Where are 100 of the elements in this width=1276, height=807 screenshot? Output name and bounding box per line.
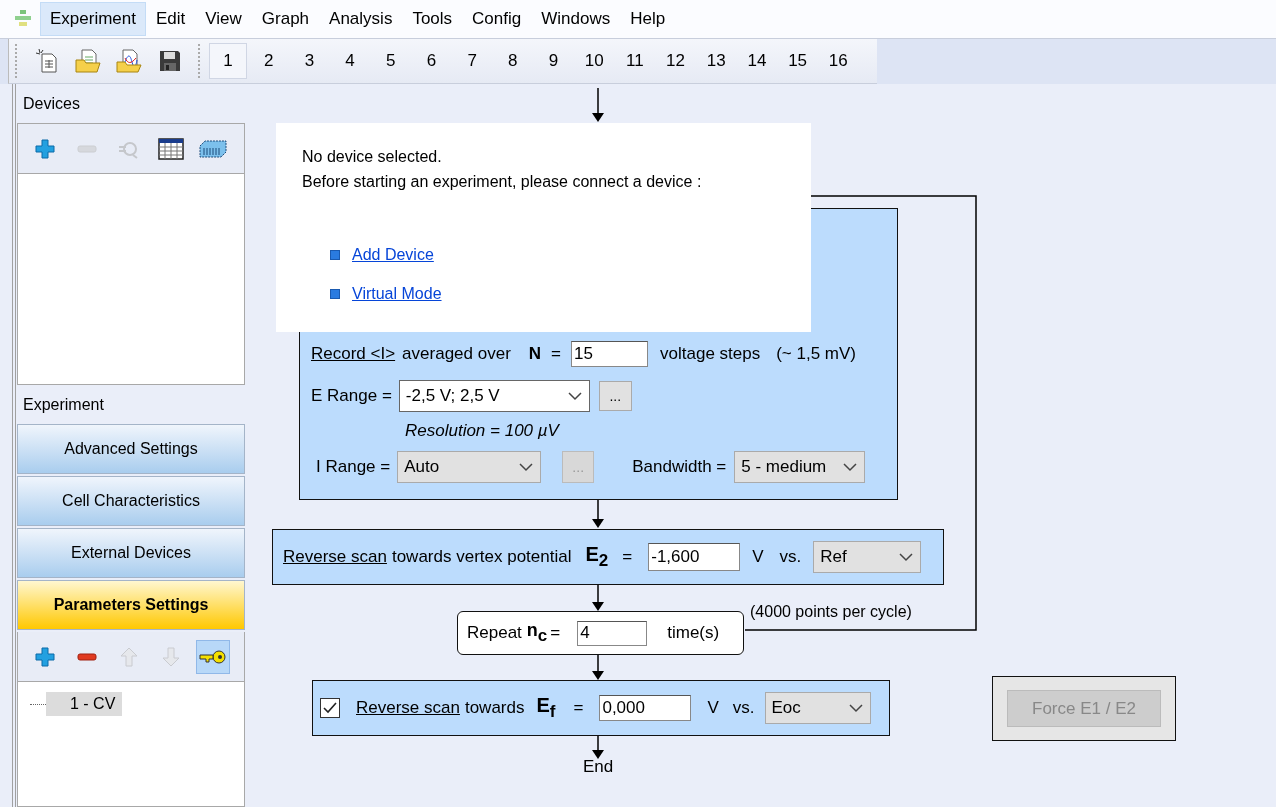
label-text: V <box>752 547 764 567</box>
label-text: vs. <box>779 547 802 567</box>
page-tab[interactable]: 14 <box>737 43 776 79</box>
symbol-text: N <box>528 344 542 364</box>
square-bullet-icon <box>330 288 340 299</box>
page-tab[interactable]: 13 <box>697 43 736 79</box>
label-text: = <box>551 344 561 364</box>
plus-icon <box>35 646 55 667</box>
open-folder-icon <box>73 48 102 74</box>
page-tab[interactable]: 8 <box>493 43 532 79</box>
section-button[interactable]: Advanced Settings <box>17 424 245 474</box>
record-link[interactable]: Record <I> <box>311 344 396 364</box>
square-bullet-icon <box>330 249 340 260</box>
reverse-scan-link[interactable]: Reverse scan <box>356 698 460 718</box>
page-tab[interactable]: 3 <box>290 43 329 79</box>
panel-title: Experiment <box>22 394 105 415</box>
page-tab[interactable]: 1 <box>209 43 247 79</box>
menu-item[interactable]: Tools <box>402 2 463 36</box>
menu-item[interactable]: Analysis <box>319 2 403 36</box>
symbol-text: E$_{2}$ <box>585 543 609 571</box>
page-tab[interactable]: 12 <box>656 43 695 79</box>
symbol-text: E$_{f}$ <box>536 694 556 722</box>
dropdown[interactable]: Eoc <box>764 692 871 724</box>
label-text: Bandwidth = <box>632 457 727 477</box>
plus-icon <box>35 138 55 159</box>
page-tab[interactable]: 2 <box>249 43 288 79</box>
key-button[interactable] <box>196 639 230 674</box>
popup-link[interactable]: Add Device <box>352 245 434 264</box>
page-tab[interactable]: 11 <box>615 43 654 79</box>
resolution-text: Resolution = 100 µV <box>405 421 559 441</box>
chevron-down-icon <box>847 703 864 713</box>
save-icon <box>157 49 182 73</box>
section-button[interactable]: Parameters Settings <box>17 580 245 630</box>
menu-item[interactable]: View <box>195 2 252 36</box>
page-tab[interactable]: 7 <box>453 43 492 79</box>
key-icon <box>199 648 227 665</box>
arrow-down-icon <box>161 646 181 667</box>
label-text: = <box>550 623 561 643</box>
device-icon <box>198 138 228 159</box>
arrow-connector <box>592 87 604 122</box>
input-field[interactable]: 15 <box>571 341 648 367</box>
panel-title: Devices <box>22 93 81 114</box>
menu-item[interactable]: Edit <box>146 2 196 36</box>
input-field[interactable]: 4 <box>577 620 648 646</box>
menu-item[interactable]: Experiment <box>40 2 146 36</box>
checkbox[interactable] <box>320 698 340 718</box>
section-button[interactable]: External Devices <box>17 528 245 578</box>
end-label: End <box>583 757 614 776</box>
page-tab[interactable]: 6 <box>412 43 451 79</box>
label-text: time(s) <box>667 623 720 643</box>
menu-item[interactable]: Windows <box>531 2 621 36</box>
reverse-scan-link[interactable]: Reverse scan <box>283 547 387 567</box>
label-text: averaged over <box>402 344 511 364</box>
label-text: = <box>573 698 584 718</box>
label-text: towards <box>464 698 525 718</box>
table-icon <box>158 137 184 160</box>
dropdown[interactable]: Ref <box>813 541 922 573</box>
check-icon <box>322 700 338 716</box>
message-text: No device selected. <box>302 148 443 166</box>
menu-item[interactable]: Config <box>462 2 532 36</box>
page-tab[interactable]: 5 <box>371 43 410 79</box>
message-text: Before starting an experiment, please connect a device : <box>302 173 703 191</box>
tree-item[interactable]: 1 - CV <box>46 692 123 716</box>
dropdown[interactable]: -2,5 V; 2,5 V <box>398 380 590 412</box>
label-text: E Range = <box>311 386 392 406</box>
menu-item[interactable]: Graph <box>251 2 320 36</box>
app-icon <box>14 9 32 29</box>
page-tab[interactable]: 9 <box>534 43 573 79</box>
chart-folder-icon <box>114 48 143 74</box>
label-text: Repeat <box>467 623 522 643</box>
label-text: voltage steps <box>660 344 761 364</box>
dropdown[interactable]: Auto <box>397 451 542 483</box>
label-text: V <box>707 698 719 718</box>
menu-item[interactable]: Help <box>620 2 676 36</box>
popup-link[interactable]: Virtual Mode <box>352 284 442 303</box>
input-field[interactable]: 0,000 <box>599 695 692 721</box>
chevron-down-icon <box>518 462 535 472</box>
chevron-down-icon <box>898 552 915 562</box>
page-tab[interactable]: 4 <box>331 43 370 79</box>
page-tab[interactable]: 16 <box>819 43 858 79</box>
section-button[interactable]: Cell Characteristics <box>17 476 245 526</box>
arrow-connector <box>592 584 604 611</box>
arrow-connector <box>592 499 604 528</box>
ellipsis-button[interactable]: ... <box>598 381 632 411</box>
chevron-down-icon <box>842 462 859 472</box>
note-text: (4000 points per cycle) <box>750 603 912 620</box>
label-text: I Range = <box>316 457 391 477</box>
dropdown[interactable]: 5 - medium <box>734 451 866 483</box>
label-text: vs. <box>732 698 755 718</box>
input-field[interactable]: -1,600 <box>648 543 741 571</box>
label-text: (~ 1,5 mV) <box>776 344 857 364</box>
new-document-icon <box>34 48 59 74</box>
label-text: towards vertex potential <box>391 547 572 567</box>
arrow-up-icon <box>119 646 139 667</box>
chevron-down-icon <box>566 391 583 401</box>
arrow-connector <box>592 735 604 759</box>
arrow-connector <box>592 654 604 680</box>
page-tab[interactable]: 10 <box>575 43 614 79</box>
label-text: = <box>622 547 633 567</box>
page-tab[interactable]: 15 <box>778 43 817 79</box>
